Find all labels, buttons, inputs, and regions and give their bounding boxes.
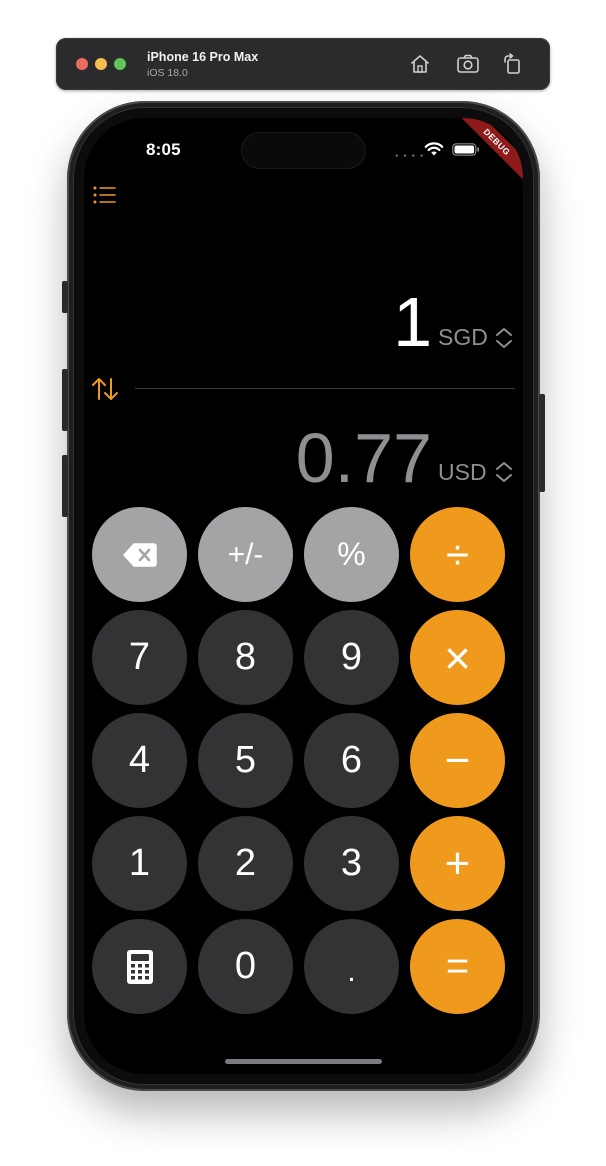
home-icon — [411, 55, 429, 73]
digit-6-button[interactable]: 6 — [304, 713, 399, 808]
digit-7-button[interactable]: 7 — [92, 610, 187, 705]
plus-label: + — [444, 838, 471, 888]
menu-button[interactable] — [92, 184, 116, 206]
signal-dots-icon: • • • • — [395, 151, 425, 162]
digit-5-button[interactable]: 5 — [198, 713, 293, 808]
minimize-window-button[interactable] — [95, 58, 107, 70]
divide-button[interactable]: ÷ — [410, 507, 505, 602]
chevron-up-down-icon — [496, 328, 512, 348]
from-currency-selector[interactable] — [494, 326, 514, 350]
digit-3-button[interactable]: 3 — [304, 816, 399, 911]
digit-1-button[interactable]: 1 — [92, 816, 187, 911]
chevron-up-down-icon — [496, 462, 512, 482]
home-indicator[interactable] — [225, 1059, 382, 1064]
screenshot-button[interactable] — [456, 52, 480, 76]
percent-label: % — [337, 536, 366, 572]
calculator-icon — [126, 949, 153, 984]
plus-minus-label: +/- — [227, 537, 264, 571]
wifi-icon — [424, 142, 444, 156]
minus-button[interactable]: − — [410, 713, 505, 808]
backspace-icon — [122, 542, 157, 567]
from-currency-label[interactable]: SGD — [438, 324, 488, 351]
divider — [135, 388, 515, 389]
swap-currencies-button[interactable] — [90, 375, 120, 403]
home-button[interactable] — [408, 52, 432, 76]
volume-up-button — [62, 369, 68, 431]
digit-label: 9 — [340, 636, 363, 678]
digit-8-button[interactable]: 8 — [198, 610, 293, 705]
action-button — [62, 281, 68, 313]
digit-label: 6 — [340, 739, 363, 781]
equals-label: = — [445, 944, 470, 988]
divide-label: ÷ — [445, 530, 470, 578]
digit-4-button[interactable]: 4 — [92, 713, 187, 808]
digit-label: 4 — [128, 739, 151, 781]
battery-icon — [452, 143, 479, 156]
multiply-button[interactable]: × — [410, 610, 505, 705]
rotate-button[interactable] — [501, 52, 525, 76]
volume-down-button — [62, 455, 68, 517]
plus-button[interactable]: + — [410, 816, 505, 911]
swap-arrows-icon — [92, 378, 118, 400]
plus-minus-button[interactable]: +/- — [198, 507, 293, 602]
digit-label: 1 — [128, 842, 151, 884]
decimal-button[interactable]: . — [304, 919, 399, 1014]
zoom-window-button[interactable] — [114, 58, 126, 70]
digit-label: 2 — [234, 842, 257, 884]
percent-button[interactable]: % — [304, 507, 399, 602]
calculator-mode-button[interactable] — [92, 919, 187, 1014]
digit-9-button[interactable]: 9 — [304, 610, 399, 705]
close-window-button[interactable] — [76, 58, 88, 70]
list-icon — [93, 186, 116, 204]
status-time: 8:05 — [146, 140, 181, 159]
rotate-icon — [504, 53, 520, 74]
digit-2-button[interactable]: 2 — [198, 816, 293, 911]
digit-label: 7 — [128, 636, 151, 678]
to-amount[interactable]: 0.77 — [296, 418, 432, 498]
digit-label: 8 — [234, 636, 257, 678]
simulator-titlebar: iPhone 16 Pro Max iOS 18.0 — [56, 38, 550, 90]
to-currency-label[interactable]: USD — [438, 459, 487, 486]
minus-label: − — [444, 735, 471, 785]
multiply-label: × — [444, 631, 471, 684]
digit-0-button[interactable]: 0 — [198, 919, 293, 1014]
from-amount[interactable]: 1 — [393, 282, 432, 362]
decimal-label: . — [347, 954, 356, 988]
to-currency-selector[interactable] — [494, 460, 514, 484]
digit-label: 0 — [234, 945, 257, 987]
power-button — [539, 394, 545, 492]
digit-label: 5 — [234, 739, 257, 781]
device-name: iPhone 16 Pro Max — [147, 50, 259, 64]
backspace-button[interactable] — [92, 507, 187, 602]
app-screen: 8:05 • • • • DEBUG 1 SGD 0.77 USD +/- % … — [84, 118, 523, 1074]
os-version: iOS 18.0 — [147, 67, 188, 79]
camera-icon — [457, 54, 479, 73]
equals-button[interactable]: = — [410, 919, 505, 1014]
dynamic-island — [241, 132, 366, 169]
digit-label: 3 — [340, 842, 363, 884]
